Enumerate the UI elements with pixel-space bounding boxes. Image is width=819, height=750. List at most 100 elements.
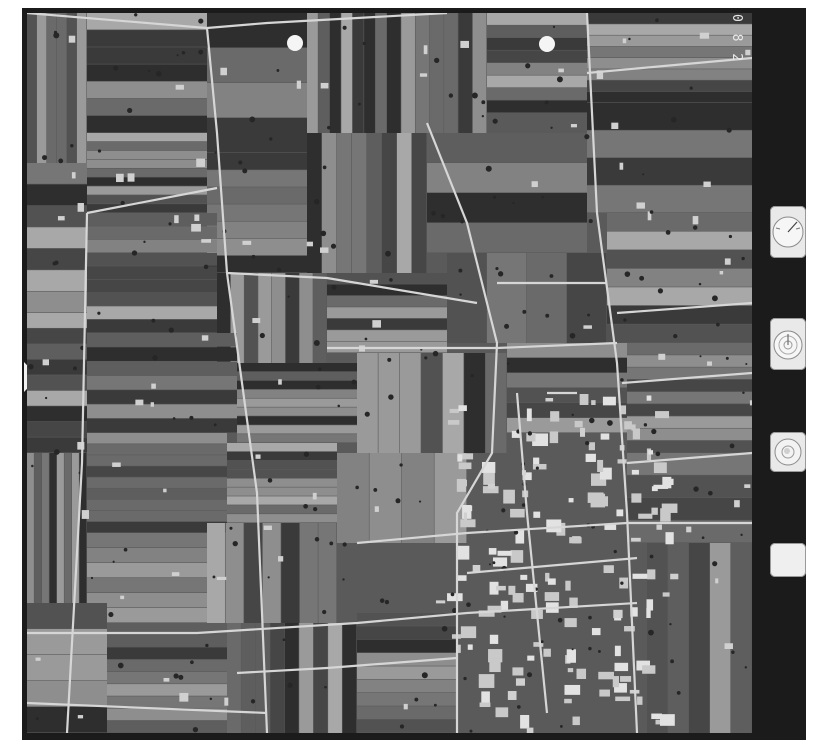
- farmhouse: [495, 585, 506, 591]
- farmhouse: [719, 271, 724, 275]
- building: [460, 626, 477, 639]
- field-strip: [412, 133, 427, 273]
- tree: [282, 638, 286, 642]
- field-strip: [237, 407, 357, 416]
- building: [598, 671, 614, 680]
- field-strip: [369, 453, 402, 543]
- building: [579, 394, 589, 405]
- building: [647, 569, 656, 580]
- tree: [589, 417, 595, 424]
- farmhouse: [320, 247, 329, 253]
- tree: [550, 126, 553, 129]
- tree: [745, 362, 748, 365]
- tree: [313, 198, 320, 205]
- tree: [131, 250, 138, 256]
- field-strip: [285, 273, 299, 363]
- tree: [276, 69, 280, 72]
- field-strip: [327, 330, 447, 341]
- farmhouse: [252, 318, 261, 324]
- field-strip: [87, 510, 227, 522]
- field-strip: [237, 371, 357, 381]
- building: [456, 545, 470, 560]
- farmhouse: [163, 488, 167, 493]
- field-strip: [270, 623, 285, 733]
- tree: [58, 158, 64, 164]
- farmhouse: [463, 512, 467, 520]
- tree: [501, 508, 506, 513]
- tree: [485, 165, 492, 172]
- tree: [526, 672, 533, 678]
- farmhouse: [42, 359, 49, 366]
- field-strip: [87, 253, 217, 266]
- building: [574, 420, 583, 428]
- field-strip: [87, 455, 227, 466]
- tree: [649, 554, 654, 559]
- field-strip: [357, 719, 457, 733]
- building: [550, 411, 560, 422]
- tree: [655, 18, 659, 23]
- building: [648, 450, 654, 455]
- field-strip: [607, 213, 752, 231]
- farmhouse: [531, 181, 538, 188]
- field-strip: [427, 133, 587, 163]
- building: [508, 585, 516, 595]
- data-plate-icon: [770, 543, 806, 577]
- tree: [651, 428, 657, 435]
- tree: [466, 602, 471, 608]
- farmhouse: [57, 216, 65, 221]
- field-strip: [313, 273, 327, 363]
- field-strip: [87, 81, 207, 99]
- field-strip: [27, 453, 34, 603]
- field-strip: [27, 406, 87, 422]
- farmhouse: [636, 202, 645, 209]
- tree: [362, 41, 366, 46]
- tree: [463, 676, 467, 681]
- field-strip: [299, 273, 313, 363]
- field-strip: [421, 353, 443, 453]
- tree: [315, 384, 321, 390]
- field-strip: [342, 623, 357, 733]
- tree: [506, 362, 510, 365]
- building: [651, 507, 658, 515]
- field-strip: [87, 168, 207, 177]
- tree: [389, 278, 393, 282]
- building: [500, 600, 509, 611]
- field-strip: [402, 453, 434, 543]
- farmhouse: [296, 80, 301, 89]
- field-strip: [37, 13, 47, 163]
- tree: [458, 268, 463, 273]
- field-strip: [87, 466, 227, 477]
- tree: [448, 93, 454, 98]
- building: [483, 472, 495, 485]
- farmhouse: [374, 506, 379, 512]
- farmhouse: [201, 335, 209, 341]
- field-strip: [401, 13, 415, 133]
- tree: [322, 609, 327, 615]
- field-strip: [399, 353, 421, 453]
- tree: [588, 646, 592, 651]
- tree: [731, 650, 735, 654]
- field-strip: [327, 318, 447, 330]
- farmhouse: [201, 239, 211, 243]
- field-strip: [341, 13, 353, 133]
- tree: [556, 76, 563, 83]
- tree: [379, 598, 385, 603]
- field-strip: [107, 647, 227, 660]
- building: [547, 578, 556, 585]
- tree: [521, 503, 526, 507]
- tree: [399, 463, 403, 467]
- tree: [729, 443, 735, 449]
- aerial-photograph: [27, 13, 752, 733]
- field-strip: [444, 13, 458, 133]
- field-strip: [107, 720, 227, 733]
- farmhouse: [423, 45, 428, 55]
- tree: [588, 615, 592, 620]
- farmhouse: [558, 68, 564, 73]
- farmhouse: [116, 173, 124, 183]
- tree: [643, 423, 648, 427]
- tree: [399, 724, 405, 729]
- tree: [418, 500, 422, 503]
- tree: [669, 622, 672, 626]
- field-strip: [227, 451, 337, 461]
- farmhouse: [745, 49, 751, 56]
